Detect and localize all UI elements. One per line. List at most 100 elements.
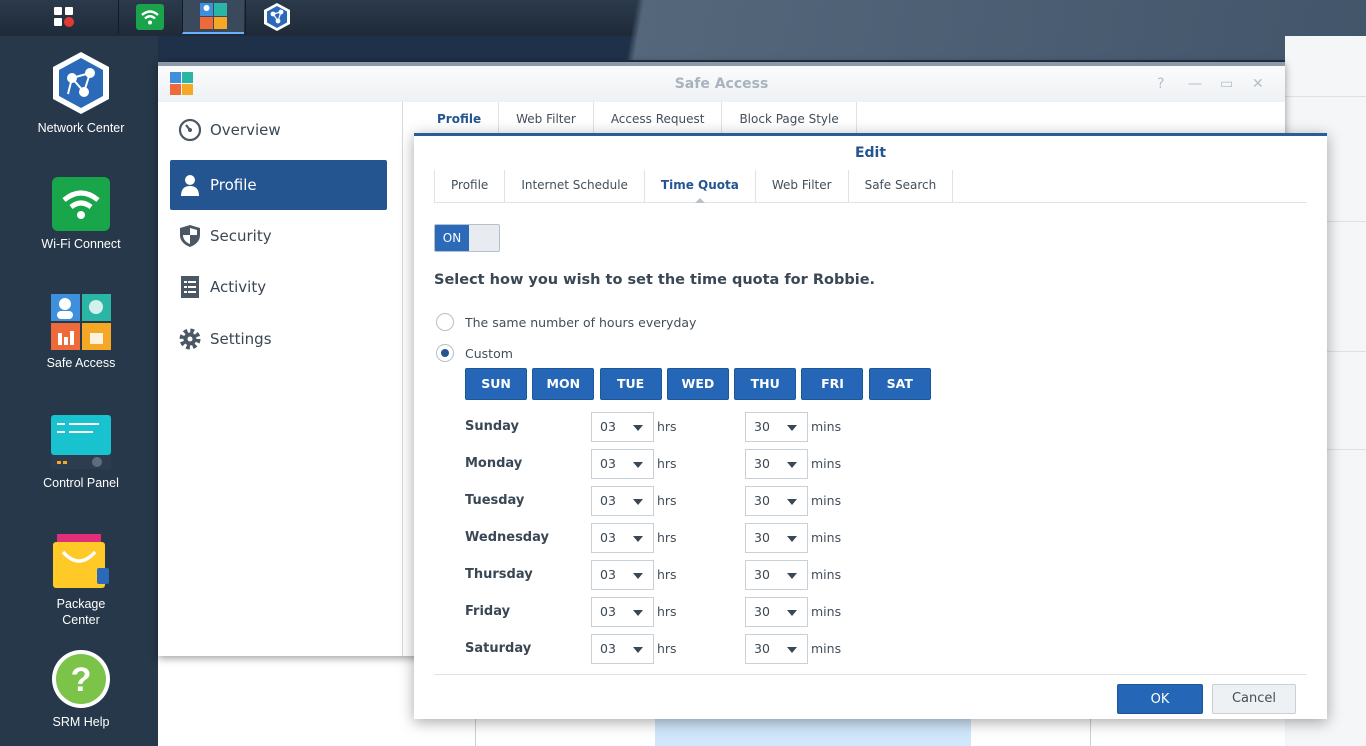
hrs-unit: hrs (657, 419, 677, 434)
mins-select[interactable]: 30 (745, 523, 808, 553)
sidebar-item-security[interactable]: Security (170, 211, 387, 261)
window-titlebar[interactable]: Safe Access ? — ▭ ✕ (158, 66, 1285, 102)
mins-value: 30 (754, 456, 770, 471)
option-same-hours[interactable]: The same number of hours everyday (436, 313, 696, 331)
speedometer-icon (178, 118, 202, 142)
mins-select[interactable]: 30 (745, 634, 808, 664)
mins-value: 30 (754, 419, 770, 434)
chevron-down-icon (633, 425, 643, 431)
dialog-footer-divider (434, 674, 1307, 675)
mins-unit: mins (811, 530, 842, 545)
tab-internet-schedule[interactable]: Internet Schedule (505, 170, 645, 202)
day-button-wed[interactable]: WED (666, 368, 729, 400)
sidebar-item-activity[interactable]: Activity (170, 262, 387, 312)
day-button-thu[interactable]: THU (734, 368, 797, 400)
radio-custom[interactable] (436, 344, 454, 362)
radio-same-hours[interactable] (436, 313, 454, 331)
dock-network-center[interactable]: Network Center (0, 50, 162, 136)
tab-web-filter[interactable]: Web Filter (499, 102, 594, 136)
shield-icon (178, 224, 202, 248)
ok-button[interactable]: OK (1117, 684, 1203, 714)
mins-select[interactable]: 30 (745, 449, 808, 479)
mins-select[interactable]: 30 (745, 560, 808, 590)
day-button-tue[interactable]: TUE (599, 368, 662, 400)
mins-select[interactable]: 30 (745, 597, 808, 627)
chevron-down-icon (633, 499, 643, 505)
sidebar-item-label: Overview (210, 121, 281, 139)
hrs-unit: hrs (657, 530, 677, 545)
dock-label: Safe Access (46, 356, 116, 370)
user-icon (178, 173, 202, 197)
toggle-on-label: ON (435, 225, 469, 251)
hours-value: 03 (600, 530, 616, 545)
dock-srm-help[interactable]: ? SRM Help (0, 648, 162, 730)
quota-row-thursday: Thursday 03 hrs 30 mins (465, 560, 885, 590)
tab-web-filter[interactable]: Web Filter (756, 170, 849, 202)
tab-time-quota[interactable]: Time Quota (645, 170, 756, 203)
dialog-tabs: Profile Internet Schedule Time Quota Web… (434, 170, 1307, 203)
chevron-down-icon (633, 573, 643, 579)
quota-row-friday: Friday 03 hrs 30 mins (465, 597, 885, 627)
cancel-button[interactable]: Cancel (1212, 684, 1296, 714)
mins-select[interactable]: 30 (745, 486, 808, 516)
taskbar-wifi-connect[interactable] (118, 0, 180, 34)
dock-label: Wi-Fi Connect (41, 237, 121, 251)
mins-unit: mins (811, 456, 842, 471)
day-buttons: SUN MON TUE WED THU FRI SAT (465, 368, 936, 400)
dock-package-center[interactable]: Package Center (0, 528, 162, 628)
tab-profile[interactable]: Profile (434, 170, 506, 202)
hours-value: 03 (600, 641, 616, 656)
minimize-icon[interactable]: — (1188, 76, 1202, 92)
tab-access-request[interactable]: Access Request (594, 102, 723, 136)
tab-safe-search[interactable]: Safe Search (849, 170, 954, 202)
taskbar-safe-access[interactable] (182, 0, 244, 34)
hours-select[interactable]: 03 (591, 523, 654, 553)
day-label: Sunday (465, 419, 520, 434)
wifi-icon (135, 4, 164, 30)
sidebar-item-settings[interactable]: Settings (170, 314, 387, 364)
main-menu-button[interactable] (34, 0, 96, 34)
hours-select[interactable]: 03 (591, 412, 654, 442)
safe-access-icon (199, 3, 227, 29)
chevron-down-icon (787, 647, 797, 653)
tab-profile[interactable]: Profile (420, 102, 500, 136)
safe-access-icon (51, 294, 111, 350)
chevron-down-icon (787, 462, 797, 468)
dock-label: Network Center (37, 121, 125, 135)
day-button-sun[interactable]: SUN (465, 368, 527, 400)
dialog-title: Edit (854, 145, 887, 161)
divider (1285, 96, 1366, 97)
close-icon[interactable]: ✕ (1252, 76, 1264, 92)
mins-value: 30 (754, 493, 770, 508)
hours-select[interactable]: 03 (591, 486, 654, 516)
hours-select[interactable]: 03 (591, 560, 654, 590)
tab-block-page-style[interactable]: Block Page Style (722, 102, 857, 136)
sidebar-item-profile[interactable]: Profile (170, 160, 387, 210)
day-label: Tuesday (465, 493, 525, 508)
quota-row-wednesday: Wednesday 03 hrs 30 mins (465, 523, 885, 553)
taskbar-network-center[interactable] (245, 0, 307, 34)
dock-safe-access[interactable]: Safe Access (0, 293, 162, 371)
time-quota-toggle[interactable]: ON (434, 224, 500, 252)
hours-value: 03 (600, 604, 616, 619)
day-label: Friday (465, 604, 511, 619)
sidebar-item-overview[interactable]: Overview (170, 105, 387, 155)
hours-select[interactable]: 03 (591, 597, 654, 627)
control-panel-icon (51, 415, 111, 469)
mins-unit: mins (811, 604, 842, 619)
option-custom[interactable]: Custom (436, 344, 513, 362)
hours-value: 03 (600, 419, 616, 434)
hours-select[interactable]: 03 (591, 634, 654, 664)
dock-label: SRM Help (52, 715, 110, 729)
help-icon[interactable]: ? (1157, 76, 1164, 92)
day-button-sat[interactable]: SAT (868, 368, 931, 400)
mins-unit: mins (811, 419, 842, 434)
mins-select[interactable]: 30 (745, 412, 808, 442)
wifi-icon (52, 177, 110, 231)
dock-wifi-connect[interactable]: Wi-Fi Connect (0, 176, 162, 252)
day-button-mon[interactable]: MON (532, 368, 595, 400)
dock-control-panel[interactable]: Control Panel (0, 413, 162, 491)
day-button-fri[interactable]: FRI (801, 368, 864, 400)
hours-select[interactable]: 03 (591, 449, 654, 479)
maximize-icon[interactable]: ▭ (1220, 76, 1233, 92)
